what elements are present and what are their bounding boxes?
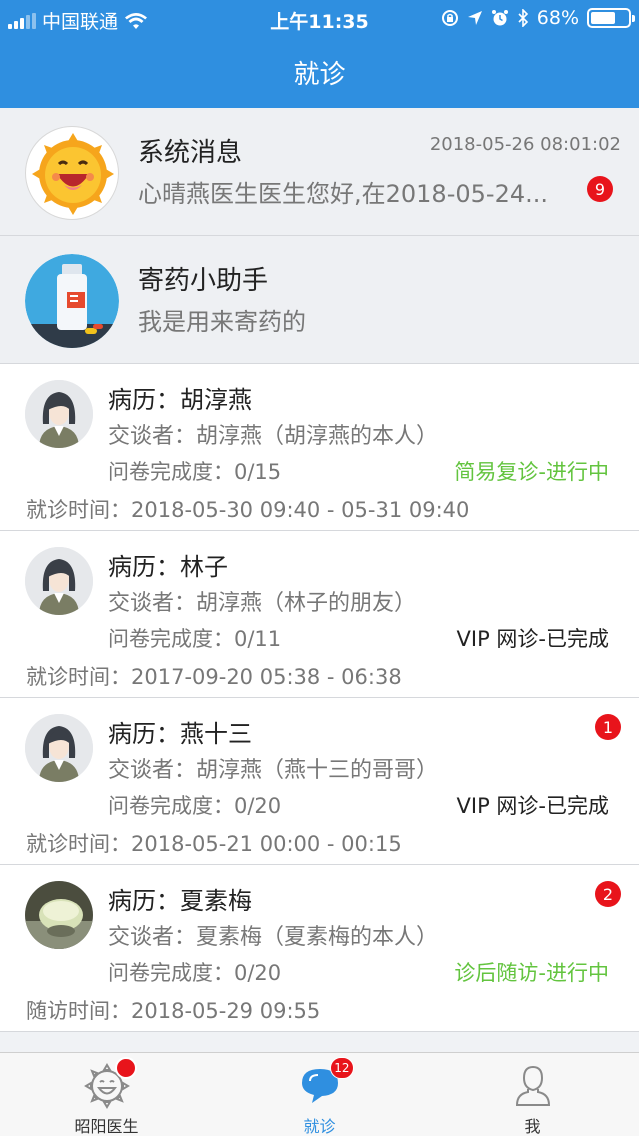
system-message-preview: 心晴燕医生医生您好,在2018-05-24... bbox=[138, 180, 548, 208]
unread-badge: 1 bbox=[595, 714, 621, 740]
rotation-lock-icon bbox=[441, 10, 458, 26]
case-time: 就诊时间：2018-05-21 00:00 - 00:15 bbox=[26, 832, 402, 856]
case-time: 就诊时间：2018-05-30 09:40 - 05-31 09:40 bbox=[26, 498, 470, 522]
case-record-name: 病历：夏素梅 bbox=[108, 887, 252, 915]
case-row[interactable]: 病历：胡淳燕 交谈者：胡淳燕（胡淳燕的本人） 问卷完成度：0/15 简易复诊-进… bbox=[0, 364, 639, 531]
case-progress: 问卷完成度：0/15 bbox=[108, 460, 282, 484]
case-progress: 问卷完成度：0/11 bbox=[108, 627, 282, 651]
tab-label: 我 bbox=[524, 1117, 541, 1136]
case-talker: 交谈者：胡淳燕（燕十三的哥哥） bbox=[108, 758, 439, 783]
case-time: 就诊时间：2017-09-20 05:38 - 06:38 bbox=[26, 665, 402, 689]
case-row[interactable]: 病历：燕十三 交谈者：胡淳燕（燕十三的哥哥） 问卷完成度：0/20 VIP 网诊… bbox=[0, 698, 639, 865]
person-icon bbox=[509, 1061, 557, 1109]
bluetooth-icon bbox=[518, 9, 528, 27]
system-message-time: 2018-05-26 08:01:02 bbox=[429, 134, 621, 155]
case-status: 诊后随访-进行中 bbox=[454, 961, 609, 985]
case-progress: 问卷完成度：0/20 bbox=[108, 961, 282, 985]
tab-label: 就诊 bbox=[303, 1117, 336, 1136]
unread-badge: 2 bbox=[595, 881, 621, 907]
status-bar: 中国联通 上午11:35 68% bbox=[0, 0, 639, 36]
case-talker: 交谈者：胡淳燕（林子的朋友） bbox=[108, 591, 417, 616]
case-progress: 问卷完成度：0/20 bbox=[108, 794, 282, 818]
female-avatar-icon bbox=[25, 714, 93, 782]
page-title: 就诊 bbox=[293, 59, 346, 90]
photo-avatar-icon bbox=[25, 881, 93, 949]
case-status: 简易复诊-进行中 bbox=[454, 460, 609, 484]
case-talker: 交谈者：夏素梅（夏素梅的本人） bbox=[108, 925, 439, 950]
system-message-title: 系统消息 bbox=[138, 138, 243, 168]
status-right: 68% bbox=[441, 7, 635, 29]
battery-icon bbox=[587, 8, 635, 28]
medicine-assistant-preview: 我是用来寄药的 bbox=[138, 308, 306, 336]
sun-face-icon bbox=[83, 1057, 137, 1109]
tab-me[interactable]: 我 bbox=[426, 1053, 639, 1136]
system-message-row[interactable]: 系统消息 心晴燕医生医生您好,在2018-05-24... 2018-05-26… bbox=[0, 108, 639, 236]
tab-doctor[interactable]: 昭阳医生 bbox=[0, 1053, 213, 1136]
tab-visits[interactable]: 12 就诊 bbox=[213, 1053, 426, 1136]
visit-list[interactable]: 系统消息 心晴燕医生医生您好,在2018-05-24... 2018-05-26… bbox=[0, 108, 639, 1052]
battery-percent: 68% bbox=[536, 7, 579, 29]
case-row[interactable]: 病历：夏素梅 交谈者：夏素梅（夏素梅的本人） 问卷完成度：0/20 诊后随访-进… bbox=[0, 865, 639, 1032]
case-talker: 交谈者：胡淳燕（胡淳燕的本人） bbox=[108, 424, 439, 449]
female-avatar-icon bbox=[25, 547, 93, 615]
medicine-assistant-row[interactable]: 寄药小助手 我是用来寄药的 bbox=[0, 236, 639, 364]
sun-mascot-icon bbox=[25, 126, 119, 220]
tab-label: 昭阳医生 bbox=[74, 1117, 139, 1136]
female-avatar-icon bbox=[25, 380, 93, 448]
tab-bar: 昭阳医生 12 就诊 我 bbox=[0, 1052, 639, 1136]
case-status: VIP 网诊-已完成 bbox=[456, 794, 609, 818]
case-record-name: 病历：胡淳燕 bbox=[108, 386, 252, 414]
case-record-name: 病历：燕十三 bbox=[108, 720, 252, 748]
case-status: VIP 网诊-已完成 bbox=[456, 627, 609, 651]
chat-bubbles-icon: 12 bbox=[296, 1057, 354, 1109]
nav-bar: 就诊 bbox=[0, 36, 639, 108]
medicine-bottle-icon bbox=[25, 254, 119, 348]
unread-badge: 9 bbox=[587, 176, 613, 202]
location-arrow-icon bbox=[467, 11, 482, 25]
case-row[interactable]: 病历：林子 交谈者：胡淳燕（林子的朋友） 问卷完成度：0/11 VIP 网诊-已… bbox=[0, 531, 639, 698]
alarm-icon bbox=[491, 10, 508, 26]
case-record-name: 病历：林子 bbox=[108, 553, 228, 581]
tab-badge: 12 bbox=[330, 1057, 354, 1079]
notification-dot bbox=[114, 1057, 137, 1079]
case-time: 随访时间：2018-05-29 09:55 bbox=[26, 999, 321, 1023]
medicine-assistant-title: 寄药小助手 bbox=[138, 266, 269, 296]
